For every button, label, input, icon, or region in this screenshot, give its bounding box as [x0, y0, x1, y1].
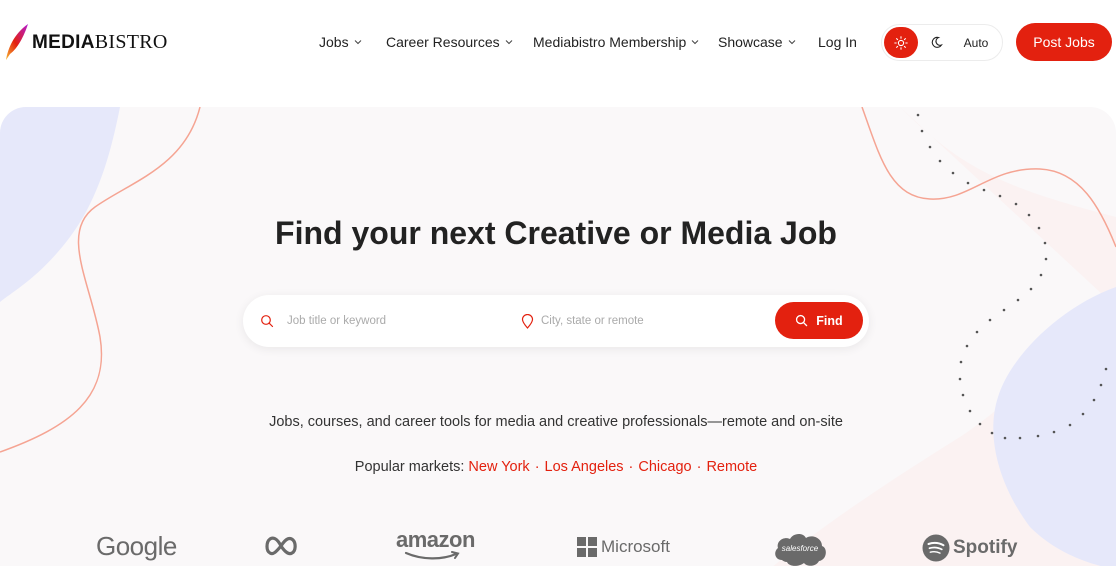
nav-item-label: Log In — [818, 34, 857, 50]
find-button[interactable]: Find — [775, 302, 863, 339]
logo-text-bold: MEDIA — [32, 31, 95, 53]
google-logo: Google — [96, 531, 177, 561]
nav-item-login[interactable]: Log In — [818, 34, 857, 50]
chevron-down-icon — [788, 40, 795, 45]
location-pin-icon — [521, 314, 534, 329]
nav-item-jobs[interactable]: Jobs — [319, 34, 362, 50]
separator: · — [534, 459, 540, 475]
sun-icon — [894, 35, 908, 50]
chevron-down-icon — [691, 40, 699, 45]
theme-auto-button[interactable]: Auto — [954, 27, 998, 58]
popular-markets: Popular markets: New York · Los Angeles · Ch… — [0, 459, 1112, 475]
logo-text-light: BISTRO — [94, 30, 168, 53]
location-input[interactable] — [541, 308, 751, 334]
nav-item-membership[interactable]: Mediabistro Membership — [533, 34, 699, 50]
post-jobs-button[interactable]: Post Jobs — [1016, 23, 1112, 61]
separator: · — [628, 459, 634, 475]
job-search-bar: Find — [243, 295, 869, 347]
amazon-smile-icon — [404, 551, 460, 560]
amazon-logo: amazon — [396, 527, 475, 560]
nav-item-label: Jobs — [319, 34, 349, 50]
market-link-new-york[interactable]: New York — [468, 459, 529, 475]
microsoft-logo: Microsoft — [577, 537, 670, 557]
separator: · — [696, 459, 702, 475]
meta-logo — [264, 535, 298, 557]
meta-infinity-icon — [265, 536, 297, 556]
theme-light-button[interactable] — [884, 27, 918, 58]
employer-logos: Google amazon Microsoft salesforce Spoti… — [0, 527, 1116, 566]
theme-switch: Auto — [881, 24, 1003, 61]
hero-tagline: Jobs, courses, and career tools for medi… — [269, 414, 843, 430]
spotify-logo: Spotify — [922, 534, 1017, 562]
salesforce-logo: salesforce — [772, 530, 828, 566]
nav-item-label: Career Resources — [386, 34, 500, 50]
site-header: MEDIABISTRO Jobs Career Resources Mediab… — [0, 0, 1120, 86]
microsoft-wordmark: Microsoft — [601, 537, 670, 556]
feather-logo-icon — [6, 24, 28, 60]
chevron-down-icon — [505, 40, 512, 45]
spotify-wordmark: Spotify — [953, 537, 1018, 558]
nav-item-showcase[interactable]: Showcase — [718, 34, 796, 50]
microsoft-windows-icon — [577, 537, 597, 557]
hero-title: Find your next Creative or Media Job — [0, 215, 1112, 252]
search-icon — [796, 314, 808, 327]
salesforce-wordmark: salesforce — [781, 544, 819, 553]
nav-item-label: Showcase — [718, 34, 783, 50]
nav-item-career-resources[interactable]: Career Resources — [386, 34, 513, 50]
hero-title-regular: Creative or Media Job — [504, 215, 837, 251]
find-button-label: Find — [816, 313, 843, 328]
amazon-wordmark: amazon — [396, 527, 475, 552]
market-link-los-angeles[interactable]: Los Angeles — [545, 459, 624, 475]
keyword-input[interactable] — [287, 308, 497, 334]
hero-title-bold: Find your next — [275, 215, 496, 251]
popular-markets-label: Popular markets: — [354, 459, 465, 475]
search-icon — [261, 315, 274, 328]
moon-icon — [931, 36, 943, 48]
market-link-chicago[interactable]: Chicago — [638, 459, 691, 475]
theme-dark-button[interactable] — [922, 27, 950, 58]
market-link-remote[interactable]: Remote — [706, 459, 757, 475]
spotify-icon — [922, 534, 950, 562]
chevron-down-icon — [354, 40, 361, 45]
mediabistro-logo[interactable]: MEDIABISTRO — [4, 22, 168, 62]
nav-item-label: Mediabistro Membership — [533, 34, 687, 50]
hero-section: Find your next Creative or Media Job Fin… — [0, 107, 1116, 566]
